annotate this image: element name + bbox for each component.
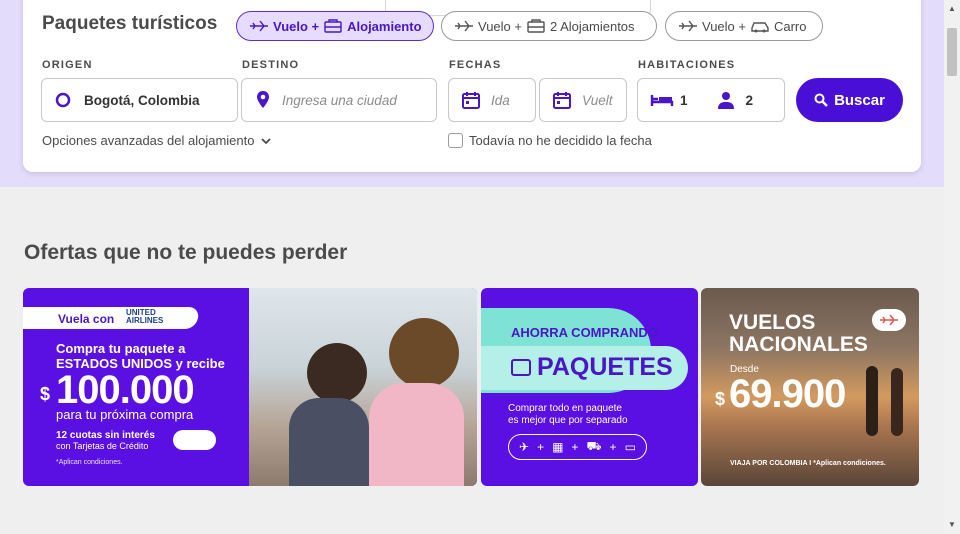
search-icon [814,93,828,107]
banner3-price: 69.900 [729,372,846,416]
hotel-icon: ▦ [552,440,564,454]
calendar-icon [553,92,571,109]
departure-placeholder: Ida [491,92,510,108]
tab-suffix: Alojamiento [347,18,422,34]
destination-placeholder: Ingresa una ciudad [282,92,397,108]
rooms-label: HABITACIONES [638,59,736,71]
tab-suffix: 2 Alojamientos [549,18,635,34]
return-placeholder: Vuelt [582,92,613,108]
banner3-title: VUELOS NACIONALES [729,312,868,356]
calendar-icon [462,92,480,109]
banner3-fine-print: VIAJA POR COLOMBIA I *Aplican condicione… [730,460,886,467]
rooms-field[interactable]: 1 2 [637,78,785,122]
car-icon: ⛟ [586,439,602,453]
text-line1: Comprar todo en paquete [508,403,622,414]
banner1-cuotas: 12 cuotas sin interés con Tarjetas de Cr… [56,430,155,452]
dates-label: FECHAS [449,59,502,71]
person-silhouette [866,366,878,436]
banner-tag-text: Vuela con [58,312,115,326]
text-line2: es mejor que por separado [508,415,628,426]
origin-field[interactable]: Bogotá, Colombia [41,78,238,122]
bed-icon [650,95,674,106]
search-button[interactable]: Buscar [796,78,903,122]
car-icon [751,22,769,33]
offers-title: Ofertas que no te puedes perder [24,241,348,264]
title-line1: VUELOS [729,311,816,334]
offer-banner-paquetes[interactable]: AHORRA COMPRANDO PAQUETES Comprar todo e… [481,288,698,486]
tab-label: Vuelo + [478,18,522,34]
plane-icon: ✈ [519,440,530,454]
banner1-sub: para tu próxima compra [56,407,194,422]
rooms-count: 1 [680,92,688,108]
guests-count: 2 [745,92,754,108]
person-silhouette [307,343,367,403]
person-body [369,383,464,486]
advanced-options-toggle[interactable]: Opciones avanzadas del alojamiento [42,133,272,148]
headline-line1: Compra tu paquete a [56,341,186,356]
plane-icon [250,20,268,32]
return-date-field[interactable]: Vuelt [539,78,627,122]
origin-label: ORIGEN [42,59,93,71]
page-scrollbar[interactable] [944,0,960,534]
tab-suffix: Carro [773,18,807,34]
cuotas-line1: 12 cuotas sin interés [56,430,155,441]
tab-label: Vuelo + [273,18,320,34]
banner2-big-text: PAQUETES [537,353,673,381]
search-title: Paquetes turísticos [42,13,218,34]
plus-icon: + [609,440,617,454]
person-icon [717,92,734,109]
scroll-down-icon[interactable]: ▼ [948,520,956,529]
chevron-down-icon [261,137,272,144]
ticket-icon: ▭ [624,440,636,454]
scrollbar-thumb[interactable] [947,28,957,76]
destination-label: DESTINO [242,59,300,71]
undecided-date-option[interactable]: Todavía no he decidido la fecha [448,133,652,148]
banner2-text: Comprar todo en paquete es mejor que por… [508,403,628,427]
cuotas-line2: con Tarjetas de Crédito [56,441,149,451]
plus-icon: + [571,440,579,454]
tab-vuelo-2-alojamientos[interactable]: Vuelo + 2 Alojamientos [441,11,657,41]
airline-line2: AIRLINES [126,316,164,325]
plane-icon [455,20,473,32]
product-icons-pill: ✈ + ▦ + ⛟ + ▭ [508,434,647,460]
plane-icon [880,314,898,326]
currency-symbol: $ [40,384,51,404]
banner1-fine-print: *Aplican condiciones. [56,459,123,466]
banner2-headline: AHORRA COMPRANDO [511,325,658,340]
bank-logo [173,430,216,450]
plane-icon [679,20,697,32]
offer-banner-united[interactable]: Vuela con UNITED AIRLINES Compra tu paqu… [23,288,477,486]
origin-value: Bogotá, Colombia [84,92,200,108]
search-button-label: Buscar [834,91,885,109]
banner-photo [249,288,477,486]
undecided-label: Todavía no he decidido la fecha [469,133,652,148]
person-body [289,398,369,486]
plus-icon: + [537,440,545,454]
currency-symbol: $ [715,389,726,409]
united-airlines-logo: UNITED AIRLINES [126,309,163,325]
destination-field[interactable]: Ingresa una ciudad [241,78,437,122]
title-line2: NACIONALES [729,333,868,356]
departure-date-field[interactable]: Ida [448,78,536,122]
advanced-options-label: Opciones avanzadas del alojamiento [42,133,255,148]
person-silhouette [389,318,459,388]
hotel-icon [324,19,342,33]
suitcase-icon [511,359,531,376]
tab-label: Vuelo + [702,18,746,34]
plane-badge [872,309,906,331]
scroll-up-icon[interactable]: ▲ [948,4,956,13]
hotel-icon [527,19,545,33]
banner1-headline: Compra tu paquete a ESTADOS UNIDOS y rec… [56,341,225,371]
person-silhouette [891,368,903,436]
location-pin-icon [257,91,269,108]
offer-banner-vuelos-nacionales[interactable]: VUELOS NACIONALES Desde $ 69.900 VIAJA P… [701,288,919,486]
undecided-checkbox[interactable] [448,133,463,148]
origin-circle-icon [55,92,71,108]
tab-vuelo-carro[interactable]: Vuelo + Carro [665,11,823,41]
tab-vuelo-alojamiento[interactable]: Vuelo + Alojamiento [236,11,434,41]
